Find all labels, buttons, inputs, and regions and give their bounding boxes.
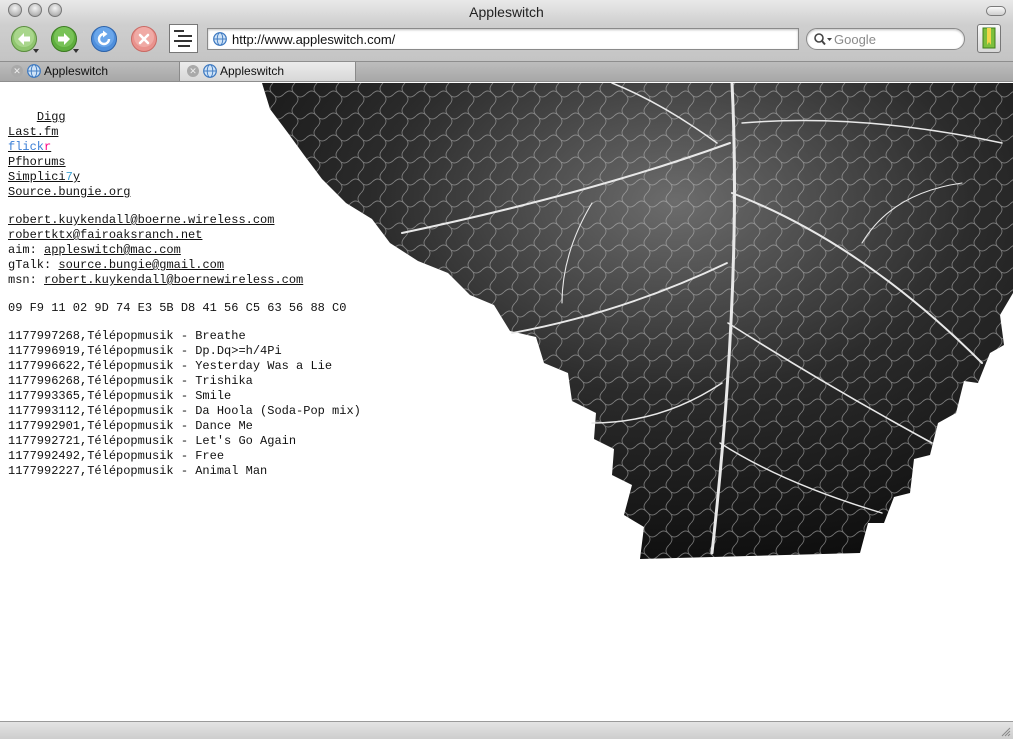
page-text: Digg Last.fm flickr Pfhorums Simplici7y … [8, 95, 361, 479]
address-bar[interactable]: http://www.appleswitch.com/ [207, 28, 799, 50]
track-item: 1177993365,Télépopmusik - Smile [8, 389, 232, 403]
track-item: 1177992721,Télépopmusik - Let's Go Again [8, 434, 297, 448]
msn-link[interactable]: robert.kuykendall@boernewireless.com [44, 273, 303, 287]
link-flickr-part-1: flick [8, 140, 45, 154]
resize-grip-icon[interactable] [999, 725, 1011, 737]
track-item: 1177992901,Télépopmusik - Dance Me [8, 419, 253, 433]
track-item: 1177992227,Télépopmusik - Animal Man [8, 464, 268, 478]
globe-icon [27, 64, 41, 78]
msn-label: msn: [8, 273, 45, 287]
link-pfhorums[interactable]: Pfhorums [8, 155, 66, 169]
tab-label: Appleswitch [44, 64, 109, 78]
forward-history-icon [73, 49, 79, 53]
track-item: 1177992492,Télépopmusik - Free [8, 449, 225, 463]
view-source-button[interactable] [169, 24, 198, 53]
link-simplicity-part-1: Simplici [8, 170, 66, 184]
link-flickr[interactable]: flickr [8, 140, 51, 154]
email-link-1[interactable]: robert.kuykendall@boerne.wireless.com [8, 213, 274, 227]
gtalk-link[interactable]: source.bungie@gmail.com [58, 258, 224, 272]
tab-bar: ✕ Appleswitch ✕ Appleswitch [0, 62, 1013, 82]
reload-button[interactable] [91, 26, 117, 52]
tab-appleswitch-2[interactable]: ✕ Appleswitch [180, 62, 356, 81]
magnifier-icon[interactable] [813, 32, 835, 46]
link-flickr-part-2: r [44, 140, 52, 154]
link-lastfm[interactable]: Last.fm [8, 125, 58, 139]
aim-link[interactable]: appleswitch@mac.com [44, 243, 181, 257]
hex-line: 09 F9 11 02 9D 74 E3 5B D8 41 56 C5 63 5… [8, 301, 347, 315]
leaf-photo [262, 83, 1013, 559]
status-bar [0, 721, 1013, 739]
link-digg[interactable]: Digg [37, 110, 66, 124]
track-item: 1177996268,Télépopmusik - Trishika [8, 374, 253, 388]
window-title: Appleswitch [469, 4, 544, 20]
stop-icon [131, 26, 157, 52]
email-link-2[interactable]: robertktx@fairoaksranch.net [8, 228, 202, 242]
globe-icon [213, 32, 227, 46]
track-item: 1177993112,Télépopmusik - Da Hoola (Soda… [8, 404, 361, 418]
link-simplicity[interactable]: Simplici7y [8, 170, 80, 184]
aim-label: aim: [8, 243, 45, 257]
search-placeholder: Google [834, 32, 876, 47]
link-simplicity-part-2: 7 [65, 170, 73, 184]
tab-close-icon[interactable]: ✕ [11, 65, 23, 77]
tab-appleswitch-1[interactable]: ✕ Appleswitch [4, 62, 180, 81]
link-source-bungie[interactable]: Source.bungie.org [8, 185, 130, 199]
stop-button[interactable] [131, 26, 157, 52]
track-item: 1177996919,Télépopmusik - Dp.Dq>=h/4Pi [8, 344, 282, 358]
tab-label: Appleswitch [220, 64, 285, 78]
search-field[interactable]: Google [806, 28, 965, 50]
url-text[interactable]: http://www.appleswitch.com/ [232, 32, 395, 47]
toolbar-toggle-button[interactable] [986, 6, 1006, 16]
title-bar: Appleswitch http://www.appleswitch.com/ … [0, 0, 1013, 62]
reload-icon [91, 26, 117, 52]
page-content: Digg Last.fm flickr Pfhorums Simplici7y … [0, 83, 1013, 721]
link-simplicity-part-3: y [72, 170, 81, 184]
gtalk-label: gTalk: [8, 258, 59, 272]
bookmark-icon [982, 27, 996, 49]
globe-icon [203, 64, 217, 78]
track-item: 1177997268,Télépopmusik - Breathe [8, 329, 246, 343]
bookmarks-button[interactable] [977, 24, 1001, 53]
track-item: 1177996622,Télépopmusik - Yesterday Was … [8, 359, 333, 373]
back-history-icon [33, 49, 39, 53]
tab-close-icon[interactable]: ✕ [187, 65, 199, 77]
